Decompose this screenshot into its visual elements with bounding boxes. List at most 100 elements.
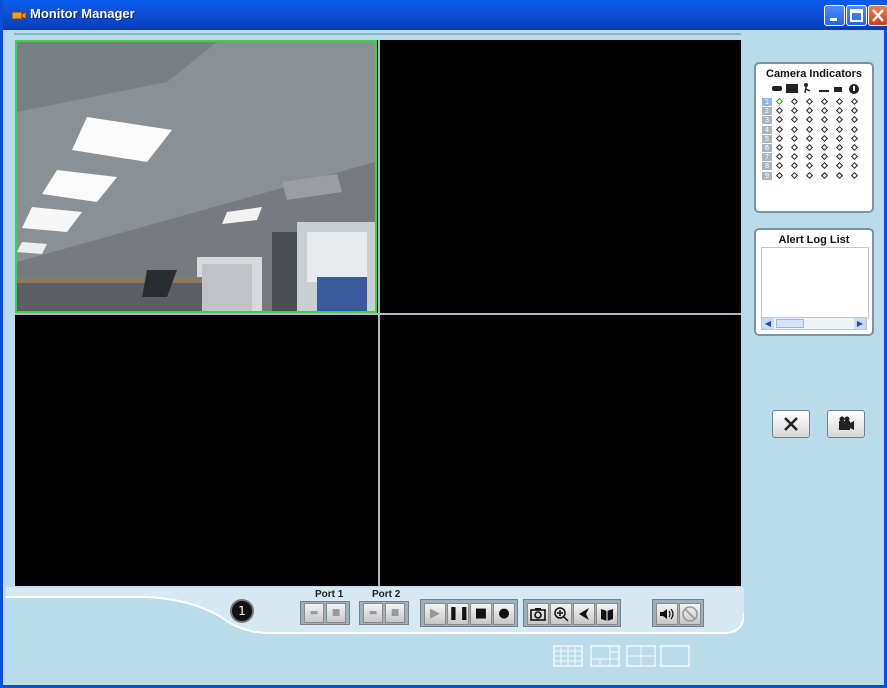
layout-1-icon[interactable] bbox=[660, 645, 690, 667]
top-divider bbox=[14, 33, 741, 35]
indicator-dot-icon bbox=[805, 107, 814, 115]
book-icon bbox=[601, 609, 613, 621]
maximize-button[interactable] bbox=[846, 5, 867, 26]
port2-button-a[interactable]: ▬ bbox=[363, 603, 383, 623]
indicator-dot-icon bbox=[850, 153, 859, 161]
indicator-dot-icon bbox=[835, 116, 844, 124]
video-cell-4[interactable] bbox=[380, 315, 741, 586]
rewind-icon bbox=[579, 608, 589, 620]
indicator-dot-icon bbox=[805, 97, 814, 106]
camera-row-number: 1 bbox=[762, 98, 772, 106]
indicator-dot-icon bbox=[850, 116, 859, 124]
layout-16-icon[interactable] bbox=[553, 645, 583, 667]
stop-button[interactable]: ■ bbox=[470, 603, 492, 625]
alert-log-panel: Alert Log List ◀ ▶ bbox=[754, 228, 874, 336]
indicator-dot-icon bbox=[850, 162, 859, 170]
alert-log-scrollbar[interactable]: ◀ ▶ bbox=[761, 317, 867, 330]
indicator-dot-icon bbox=[820, 134, 829, 142]
camera-row-number: 2 bbox=[762, 107, 772, 116]
port2-button-b[interactable]: ■ bbox=[385, 603, 405, 623]
indicator-dot-icon bbox=[790, 107, 799, 115]
indicator-dot-icon bbox=[790, 116, 799, 124]
indicator-dot-icon bbox=[820, 97, 829, 106]
camera-app-icon bbox=[11, 11, 27, 20]
camera-row-number: 8 bbox=[762, 162, 772, 171]
indicator-dot-icon bbox=[775, 97, 784, 106]
mute-icon bbox=[682, 606, 698, 622]
play-button[interactable]: ▶ bbox=[424, 603, 446, 625]
indicator-dot-icon bbox=[775, 134, 784, 142]
indicator-dot-icon bbox=[850, 134, 859, 142]
camera-row-number: 7 bbox=[762, 153, 772, 162]
indicator-dot-icon bbox=[820, 171, 829, 179]
video-cell-3[interactable] bbox=[15, 315, 378, 586]
camera-setup-button[interactable] bbox=[827, 410, 865, 438]
minimize-button[interactable] bbox=[824, 5, 845, 26]
indicator-dot-icon bbox=[850, 171, 859, 179]
indicator-dot-icon bbox=[820, 143, 829, 152]
port1-label: Port 1 bbox=[315, 589, 344, 600]
play-icon: ▶ bbox=[430, 606, 440, 621]
pause-button[interactable]: ❚❚ bbox=[447, 603, 470, 625]
mute-button[interactable] bbox=[679, 603, 701, 625]
indicator-dot-icon bbox=[790, 97, 799, 106]
prev-button[interactable] bbox=[573, 603, 595, 625]
zoom-in-icon bbox=[554, 607, 569, 622]
indicator-dot-icon bbox=[790, 153, 799, 161]
indicator-dot-icon bbox=[805, 116, 814, 124]
control-bar: 1 Port 1 ▬ ■ Port 2 ▬ ■ ▶ ❚❚ ■ ● bbox=[6, 587, 744, 639]
alert-log-list[interactable] bbox=[761, 247, 869, 319]
indicator-dot-icon bbox=[775, 125, 784, 133]
indicator-dot-icon bbox=[775, 143, 784, 152]
tools-icon bbox=[784, 417, 798, 431]
camera-row: 1 bbox=[762, 97, 866, 106]
indicator-dot-icon bbox=[850, 97, 859, 106]
scroll-left-arrow-icon[interactable]: ◀ bbox=[762, 318, 774, 329]
video-grid bbox=[15, 40, 741, 586]
record-button[interactable]: ● bbox=[493, 603, 515, 625]
camera-row: 3 bbox=[762, 116, 866, 125]
layout-6-icon[interactable] bbox=[590, 645, 620, 667]
record-icon: ● bbox=[498, 606, 510, 621]
video-camera-icon bbox=[839, 416, 854, 430]
book-button[interactable] bbox=[596, 603, 618, 625]
snapshot-button[interactable] bbox=[527, 603, 549, 625]
indicator-dot-icon bbox=[805, 153, 814, 161]
camera-row: 9 bbox=[762, 171, 866, 180]
settings-button[interactable] bbox=[772, 410, 810, 438]
indicator-dot-icon bbox=[790, 171, 799, 179]
scroll-right-arrow-icon[interactable]: ▶ bbox=[854, 318, 866, 329]
zoom-button[interactable] bbox=[550, 603, 572, 625]
layout-4-icon[interactable] bbox=[626, 645, 656, 667]
close-button[interactable] bbox=[868, 5, 887, 26]
indicator-dot-icon bbox=[835, 143, 844, 152]
port1-button-a[interactable]: ▬ bbox=[304, 603, 324, 623]
camera-row-number: 9 bbox=[762, 171, 772, 180]
channel-indicator: 1 bbox=[230, 599, 254, 623]
indicator-dot-icon bbox=[820, 162, 829, 170]
camera-indicators-panel: Camera Indicators 123456789 bbox=[754, 62, 874, 213]
playback-group: ▶ ❚❚ ■ ● bbox=[420, 599, 518, 627]
video-cell-2[interactable] bbox=[380, 40, 741, 313]
title-bar[interactable]: Monitor Manager bbox=[3, 0, 887, 30]
port1-button-b[interactable]: ■ bbox=[326, 603, 346, 623]
video-cell-1[interactable] bbox=[15, 40, 377, 313]
volume-button[interactable] bbox=[656, 603, 678, 625]
pause-icon: ❚❚ bbox=[448, 606, 470, 621]
indicator-dot-icon bbox=[835, 162, 844, 170]
indicator-dot-icon bbox=[790, 162, 799, 170]
indicator-dot-icon bbox=[775, 162, 784, 170]
camera-feed-image bbox=[17, 42, 375, 311]
alarm-icon bbox=[849, 84, 859, 94]
indicator-dot-icon bbox=[805, 171, 814, 179]
window-title: Monitor Manager bbox=[30, 6, 135, 21]
indicator-dot-icon bbox=[820, 116, 829, 124]
maximize-icon bbox=[850, 9, 863, 22]
camera-row-number: 3 bbox=[762, 116, 772, 125]
motion-icon bbox=[804, 83, 811, 94]
audio-group bbox=[652, 599, 704, 627]
scrollbar-thumb[interactable] bbox=[776, 319, 804, 328]
indicator-dot-icon bbox=[790, 125, 799, 133]
app-window: Monitor Manager 1 Port 1 ▬ ■ Port 2 ▬ ■ … bbox=[0, 0, 887, 688]
link-icon bbox=[772, 86, 782, 91]
